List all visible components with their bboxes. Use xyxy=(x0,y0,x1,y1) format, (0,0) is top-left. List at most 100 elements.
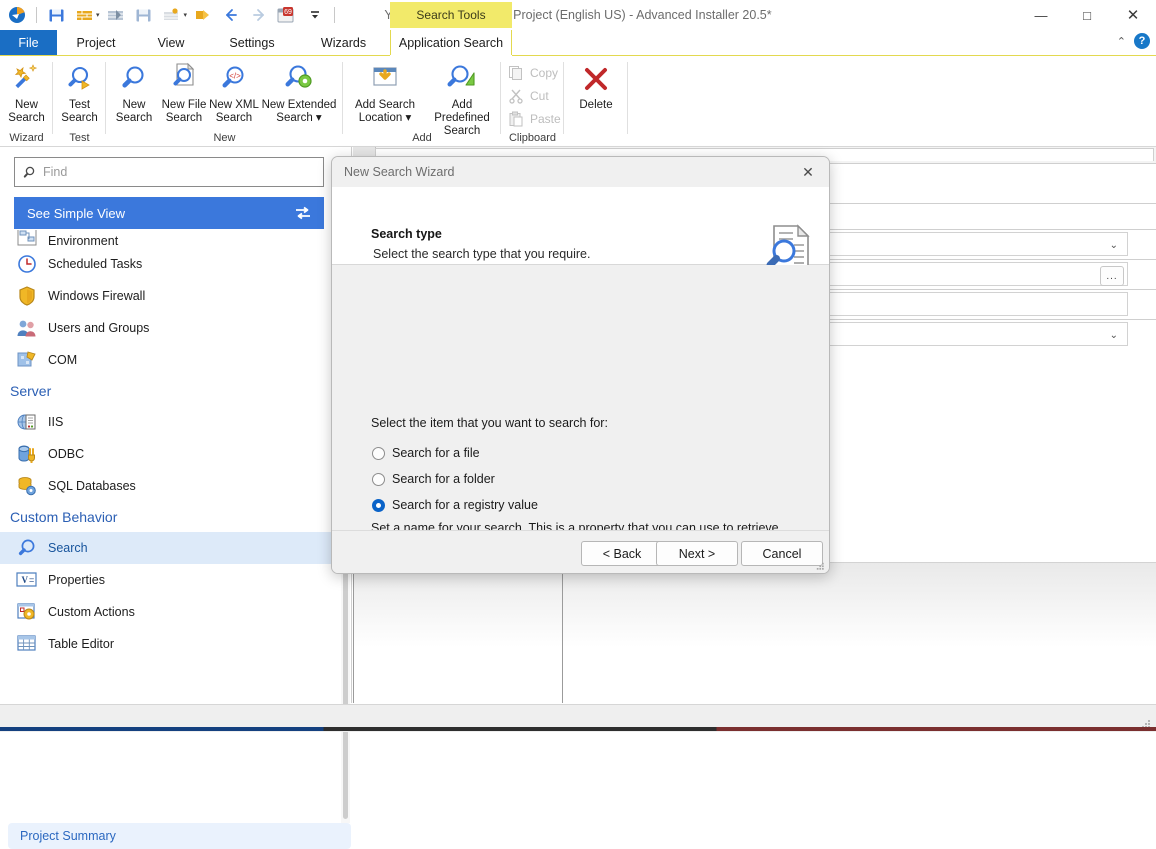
project-summary-link[interactable]: Project Summary xyxy=(8,823,351,849)
new-extended-search-label-1: New Extended xyxy=(261,99,337,111)
see-simple-view-button[interactable]: See Simple View xyxy=(14,197,324,229)
back-button[interactable]: < Back xyxy=(581,541,663,566)
properties-icon: V = xyxy=(14,569,40,591)
run-icon[interactable] xyxy=(190,2,216,28)
sidebar-scrollbar-thumb[interactable] xyxy=(343,543,348,819)
cut-button[interactable]: Cut xyxy=(507,87,549,105)
new-search-button[interactable]: New Search xyxy=(109,60,159,125)
collapse-ribbon-icon[interactable]: ⌃ xyxy=(1117,35,1126,48)
browse-button[interactable]: ... xyxy=(1100,266,1124,286)
build-install-icon[interactable] xyxy=(159,2,185,28)
new-xml-search-icon: </> xyxy=(217,60,251,96)
sidebar-item-label: SQL Databases xyxy=(48,479,136,493)
back-arrow-icon[interactable] xyxy=(218,2,244,28)
sql-databases-icon xyxy=(14,475,40,497)
application-window: Your Application - New Project (English … xyxy=(0,0,1156,849)
qat-separator-2 xyxy=(334,7,336,23)
delete-button[interactable]: Delete xyxy=(566,60,626,112)
dialog-title-bar: New Search Wizard ✕ xyxy=(332,157,829,187)
minimize-button[interactable]: — xyxy=(1018,0,1064,30)
vertical-splitter[interactable] xyxy=(562,563,563,703)
add-search-location-label-1: Add Search xyxy=(354,99,416,111)
close-button[interactable]: ✕ xyxy=(1110,0,1156,30)
build-icon[interactable] xyxy=(71,2,97,28)
copy-icon xyxy=(507,64,525,82)
help-icon[interactable]: ? xyxy=(1134,33,1150,49)
dialog-close-button[interactable]: ✕ xyxy=(787,157,829,187)
save-as-icon[interactable] xyxy=(131,2,157,28)
left-navigation-pane: Find See Simple View Environment Schedul… xyxy=(0,147,352,849)
ribbon-group-new-label: New xyxy=(213,132,236,144)
next-button[interactable]: Next > xyxy=(656,541,738,566)
trial-days-icon[interactable]: 69 xyxy=(274,2,300,28)
sidebar-item-label: Table Editor xyxy=(48,637,115,651)
sidebar-item-com[interactable]: COM xyxy=(0,344,345,376)
new-xml-search-label-1: New XML xyxy=(209,99,259,111)
ribbon-tools: ⌃ ? xyxy=(1117,33,1150,49)
sidebar-item-properties[interactable]: V = Properties xyxy=(0,564,345,596)
tab-project[interactable]: Project xyxy=(57,30,135,56)
build-dropdown-caret[interactable]: ▾ xyxy=(96,12,100,19)
tab-file[interactable]: File xyxy=(0,30,57,56)
sidebar-item-iis[interactable]: IIS xyxy=(0,406,345,438)
sidebar-item-odbc[interactable]: ODBC xyxy=(0,438,345,470)
new-file-search-button[interactable]: New File Search xyxy=(159,60,209,125)
add-predefined-search-button[interactable]: Add Predefined Search xyxy=(424,60,500,138)
add-search-location-button[interactable]: Add Search Location ▾ xyxy=(346,60,424,125)
chevron-down-icon[interactable]: ⌄ xyxy=(1110,240,1118,251)
new-search-wizard-label-1: New xyxy=(14,99,38,111)
ribbon-body: New Search Wizard Test Search Test New S… xyxy=(0,56,1156,147)
delete-icon xyxy=(580,60,612,96)
chevron-down-icon[interactable]: ⌄ xyxy=(1110,330,1118,341)
customize-qat-icon[interactable] xyxy=(302,2,328,28)
test-search-button[interactable]: Test Search xyxy=(55,60,104,125)
sidebar-item-environment[interactable]: Environment xyxy=(0,230,345,248)
tab-wizards[interactable]: Wizards xyxy=(297,30,390,56)
new-xml-search-button[interactable]: </> New XML Search xyxy=(209,60,259,125)
sidebar-item-label: COM xyxy=(48,353,78,367)
new-extended-search-label-2: Search ▾ xyxy=(276,112,322,124)
build-run-icon[interactable] xyxy=(103,2,129,28)
ribbon-group-new: New Search New File Search </> New XML S… xyxy=(106,56,343,146)
ribbon-group-test: Test Search Test xyxy=(53,56,106,146)
group-separator xyxy=(627,62,628,134)
new-search-wizard-button[interactable]: New Search xyxy=(2,60,51,125)
new-file-search-label-1: New File xyxy=(161,99,207,111)
app-logo-icon[interactable] xyxy=(4,2,30,28)
sidebar-item-users-and-groups[interactable]: Users and Groups xyxy=(0,312,345,344)
paste-button[interactable]: Paste xyxy=(507,110,561,128)
sidebar-item-table-editor[interactable]: Table Editor xyxy=(0,628,345,660)
save-icon[interactable] xyxy=(43,2,69,28)
ribbon-group-wizard-label: Wizard xyxy=(9,132,44,144)
radio-button[interactable] xyxy=(372,446,385,460)
new-search-wizard-label-2: Search xyxy=(8,112,45,124)
cut-icon xyxy=(507,87,525,105)
sidebar-header-custom-behavior: Custom Behavior xyxy=(10,509,118,525)
radio-button[interactable] xyxy=(372,472,385,486)
radio-search-for-a-file[interactable]: Search for a file xyxy=(372,446,480,460)
tab-application-search[interactable]: Application Search xyxy=(390,30,512,56)
dialog-footer: < Back Next > Cancel xyxy=(332,530,829,573)
sidebar-item-sql-databases[interactable]: SQL Databases xyxy=(0,470,345,502)
radio-search-for-a-registry-value[interactable]: Search for a registry value xyxy=(372,498,538,512)
new-extended-search-button[interactable]: New Extended Search ▾ xyxy=(259,60,339,125)
sidebar-item-windows-firewall[interactable]: Windows Firewall xyxy=(0,280,345,312)
forward-arrow-icon[interactable] xyxy=(246,2,272,28)
sidebar-item-label: Custom Actions xyxy=(48,605,135,619)
dialog-resize-grip-icon[interactable] xyxy=(816,562,825,571)
find-input[interactable]: Find xyxy=(14,157,324,187)
dialog-subheading: Select the search type that you require. xyxy=(373,247,591,261)
maximize-button[interactable]: □ xyxy=(1064,0,1110,30)
tab-settings[interactable]: Settings xyxy=(207,30,297,56)
build-install-caret[interactable]: ▾ xyxy=(184,12,188,19)
tab-view[interactable]: View xyxy=(135,30,207,56)
sidebar-item-label: Scheduled Tasks xyxy=(48,257,143,271)
sidebar-item-scheduled-tasks[interactable]: Scheduled Tasks xyxy=(0,248,345,280)
sidebar-item-custom-actions[interactable]: Custom Actions xyxy=(0,596,345,628)
radio-search-for-a-folder[interactable]: Search for a folder xyxy=(372,472,495,486)
cancel-button[interactable]: Cancel xyxy=(741,541,823,566)
sidebar-item-search[interactable]: Search xyxy=(0,532,345,564)
copy-button[interactable]: Copy xyxy=(507,64,558,82)
radio-label: Search for a folder xyxy=(392,472,495,486)
radio-button[interactable] xyxy=(372,498,385,512)
